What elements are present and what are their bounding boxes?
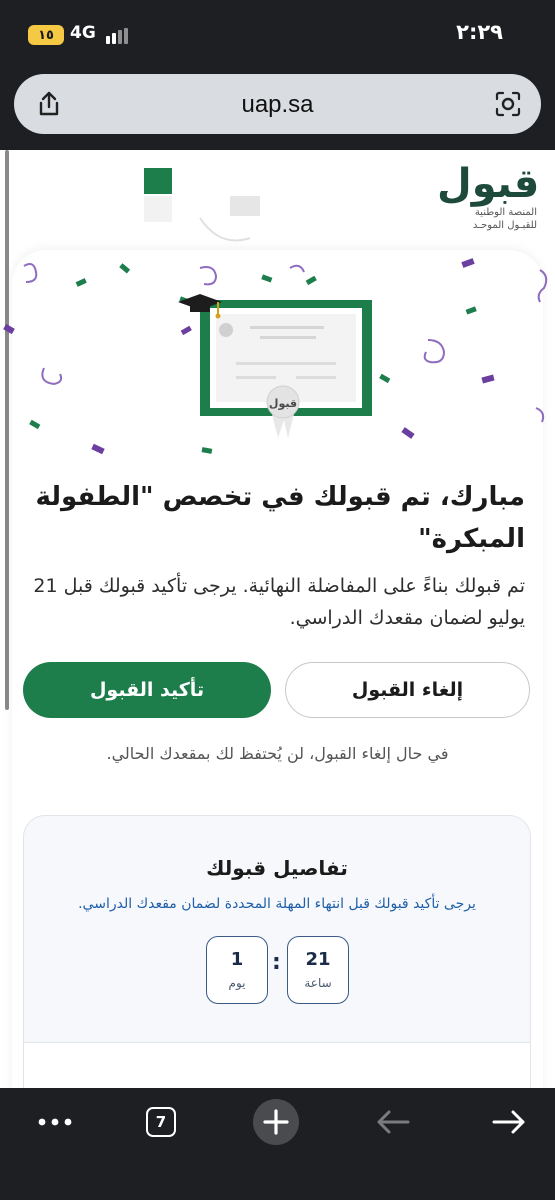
lens-icon[interactable] xyxy=(493,89,523,119)
details-subtitle: يرجى تأكيد قبولك قبل انتهاء المهلة المحد… xyxy=(78,896,476,912)
battery-icon: ١٥ xyxy=(28,25,64,45)
cancel-warning-note: في حال إلغاء القبول، لن يُحتفظ لك بمقعدك… xyxy=(106,744,449,763)
timer-hours: 21 ساعة xyxy=(287,936,349,1004)
status-time: ٢:٢٩ xyxy=(456,20,503,44)
tab-count: 7 xyxy=(146,1107,176,1137)
timer-days-unit: يوم xyxy=(228,976,246,990)
network-type: 4G xyxy=(70,23,96,43)
back-arrow-icon[interactable] xyxy=(368,1102,418,1142)
address-bar[interactable]: uap.sa xyxy=(14,74,541,134)
timer-separator: : xyxy=(272,950,281,975)
more-menu-icon[interactable] xyxy=(30,1102,80,1142)
svg-text:قبول: قبول xyxy=(269,397,297,410)
browser-toolbar: uap.sa xyxy=(0,68,555,150)
acceptance-details-card: تفاصيل قبولك يرجى تأكيد قبولك قبل انتهاء… xyxy=(23,815,531,1088)
battery-level: ١٥ xyxy=(38,27,54,43)
status-bar: ١٥ 4G ٢:٢٩ xyxy=(0,0,555,68)
web-page: قبول المنصة الوطنية للقبـول الموحـد قبول… xyxy=(0,150,555,1088)
tabs-button[interactable]: 7 xyxy=(136,1102,186,1142)
cancel-acceptance-button[interactable]: إلغاء القبول xyxy=(285,662,530,718)
details-title: تفاصيل قبولك xyxy=(206,856,348,880)
browser-bottom-bar: 7 xyxy=(0,1088,555,1200)
timer-days: 1 يوم xyxy=(206,936,268,1004)
acceptance-headline: مبارك، تم قبولك في تخصص "الطفولة المبكرة… xyxy=(35,482,525,554)
details-lower-section xyxy=(24,1042,530,1088)
timer-hours-unit: ساعة xyxy=(304,976,332,990)
new-tab-button[interactable] xyxy=(251,1099,301,1145)
signal-icon xyxy=(106,28,128,44)
confirm-acceptance-button[interactable]: تأكيد القبول xyxy=(23,662,271,718)
timer-days-value: 1 xyxy=(230,949,244,970)
forward-arrow-icon[interactable] xyxy=(484,1102,534,1142)
certificate-illustration: قبول xyxy=(178,294,372,438)
timer-hours-value: 21 xyxy=(305,949,331,970)
url-text[interactable]: uap.sa xyxy=(14,91,541,119)
plus-icon xyxy=(253,1099,299,1145)
acceptance-description: تم قبولك بناءً على المفاضلة النهائية. ير… xyxy=(33,575,525,629)
